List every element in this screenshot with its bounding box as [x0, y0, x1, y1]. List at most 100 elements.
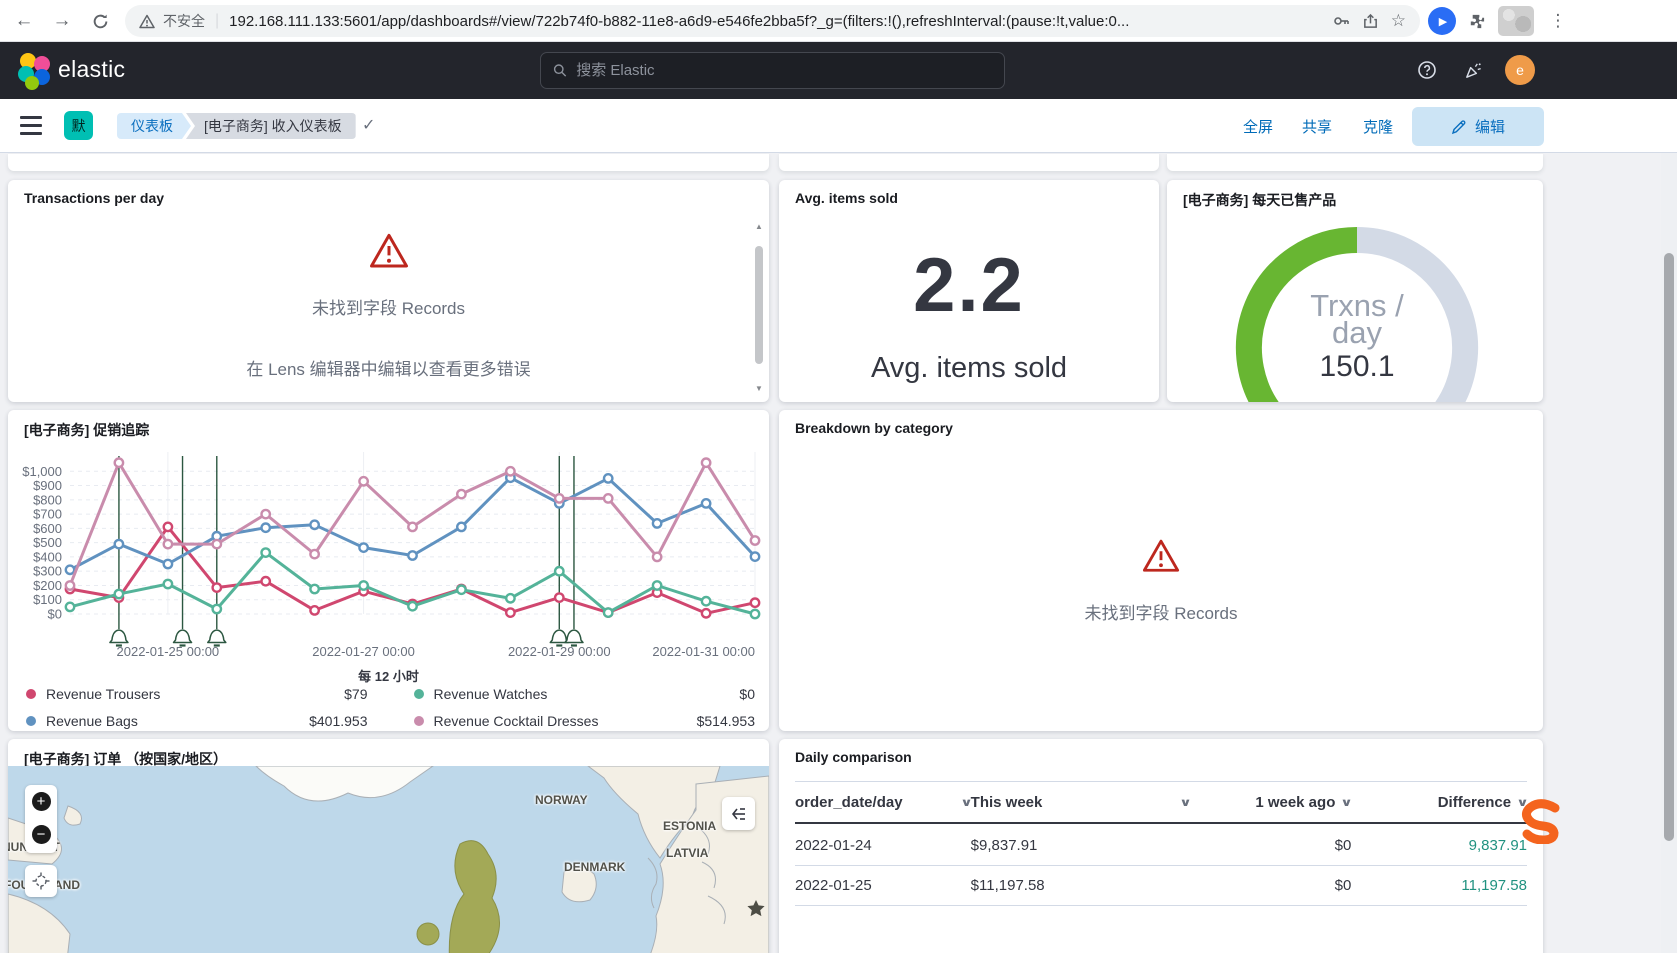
nav-menu-icon[interactable]	[20, 116, 42, 135]
sort-chevron-icon[interactable]: ∨	[960, 796, 973, 809]
user-avatar[interactable]: e	[1505, 55, 1535, 85]
space-switcher-badge[interactable]: 默	[64, 111, 93, 140]
legend-item[interactable]: Revenue Cocktail Dresses $514.953	[413, 713, 755, 729]
panel-scrollbar[interactable]: ▲ ▼	[753, 222, 765, 394]
gauge-chart: Trxns / day 150.1	[1235, 227, 1479, 402]
legend-series-name: Revenue Bags	[46, 713, 138, 729]
reload-icon[interactable]	[86, 7, 114, 35]
gauge-label-line2: day	[1332, 315, 1382, 350]
back-icon[interactable]: ←	[10, 7, 38, 35]
help-icon[interactable]	[1417, 60, 1437, 85]
svg-text:$300: $300	[33, 564, 62, 579]
panel-partial-left	[8, 154, 769, 171]
legend-item[interactable]: Revenue Bags $401.953	[26, 713, 368, 729]
panel-title[interactable]: [电子商务] 促销追踪	[24, 420, 149, 440]
extension-play-icon[interactable]: ▶	[1428, 7, 1456, 35]
legend-series-name: Revenue Watches	[433, 686, 548, 702]
collapse-left-icon	[731, 807, 745, 820]
svg-text:$900: $900	[33, 478, 62, 493]
header-divider	[795, 822, 1527, 824]
svg-text:$200: $200	[33, 578, 62, 593]
screen: ← → 不安全 | 192.168.111.133:5601/app/dashb…	[0, 0, 1677, 953]
legend-series-value: $0	[739, 686, 755, 702]
panel-breakdown-by-category: Breakdown by category 未找到字段 Records	[779, 410, 1543, 731]
reload-glyph	[93, 14, 107, 28]
clone-button[interactable]: 克隆	[1363, 116, 1393, 137]
global-search-bar[interactable]	[540, 52, 1005, 89]
not-secure-warning-icon	[139, 14, 155, 28]
scroll-down-icon[interactable]: ▼	[753, 384, 765, 394]
metric-label: Avg. items sold	[870, 352, 1068, 384]
screenshot-tool-watermark	[1521, 799, 1560, 844]
newsfeed-icon[interactable]	[1463, 60, 1484, 86]
column-header[interactable]: 1 week ago ∨	[1190, 794, 1354, 811]
map-locate-button[interactable]	[25, 865, 57, 897]
extensions-puzzle-icon[interactable]	[1462, 7, 1490, 35]
url-bar[interactable]: 不安全 | 192.168.111.133:5601/app/dashboard…	[125, 5, 1420, 37]
cell-week-ago: $0	[1334, 876, 1352, 894]
url-text[interactable]: 192.168.111.133:5601/app/dashboards#/vie…	[229, 13, 1320, 30]
cell-date: 2022-01-24	[795, 836, 872, 854]
map-zoom-in-button[interactable]: +	[25, 785, 57, 818]
sort-chevron-icon[interactable]: ∨	[1341, 796, 1354, 809]
legend-item[interactable]: Revenue Watches $0	[413, 686, 755, 702]
map-canvas[interactable]: NORWAY ESTONIA LATVIA DENMARK NUNAVUT NE…	[8, 765, 769, 953]
error-message: 未找到字段 Records	[311, 299, 466, 318]
svg-text:2022-01-25 00:00: 2022-01-25 00:00	[117, 644, 220, 659]
scroll-up-icon[interactable]: ▲	[753, 222, 765, 232]
map-label-estonia: ESTONIA	[663, 819, 717, 833]
panel-title[interactable]: Transactions per day	[24, 190, 164, 206]
column-header[interactable]: order_date/day ∨	[795, 794, 973, 811]
svg-text:$100: $100	[33, 592, 62, 607]
forward-icon[interactable]: →	[48, 7, 76, 35]
share-button[interactable]: 共享	[1302, 116, 1332, 137]
legend-series-name: Revenue Cocktail Dresses	[433, 713, 599, 729]
panel-orders-by-country-map: [电子商务] 订单 （按国家/地区） NORWAY ESTONIA LATVIA…	[8, 739, 769, 953]
share-page-icon[interactable]	[1362, 13, 1379, 30]
promotion-line-chart[interactable]: $0$100$200$300$400$500$600$700$800$900$1…	[12, 442, 765, 668]
panel-title[interactable]: Breakdown by category	[795, 420, 953, 436]
map-label-norway: NORWAY	[535, 793, 588, 807]
fullscreen-button[interactable]: 全屏	[1243, 116, 1273, 137]
elastic-header: elastic e	[0, 42, 1677, 99]
x-axis-title: 每 12 小时	[358, 669, 419, 684]
url-divider: |	[215, 12, 220, 29]
error-triangle-icon	[1142, 539, 1180, 572]
saved-check-icon[interactable]: ✓	[362, 115, 375, 135]
column-header-label: This week	[970, 793, 1043, 811]
svg-text:$1,000: $1,000	[22, 464, 62, 479]
panel-partial-middle	[779, 154, 1159, 171]
breadcrumb-current: [电子商务] 收入仪表板	[186, 113, 356, 139]
edit-button[interactable]: 编辑	[1412, 107, 1544, 146]
elastic-logo-icon[interactable]	[18, 53, 52, 90]
password-key-icon[interactable]	[1332, 12, 1350, 30]
elastic-brand-text[interactable]: elastic	[58, 56, 125, 83]
browser-profile-avatar[interactable]	[1498, 6, 1534, 36]
row-divider	[795, 905, 1527, 906]
panel-avg-items-sold: Avg. items sold 2.2 Avg. items sold	[779, 180, 1159, 402]
map-legend-toggle-button[interactable]	[722, 797, 755, 830]
column-header[interactable]: Difference ∨	[1351, 794, 1529, 811]
column-header[interactable]: This week ∨	[970, 793, 1193, 811]
panel-promotion-tracking: [电子商务] 促销追踪 $0 $100 $200 $300 $400 $500 $600 $7…	[8, 410, 769, 731]
browser-menu-kebab-icon[interactable]: ⋮	[1544, 7, 1572, 35]
bookmark-star-icon[interactable]: ☆	[1391, 11, 1406, 31]
sort-chevron-icon[interactable]: ∨	[1180, 796, 1193, 809]
page-scroll-thumb[interactable]	[1664, 253, 1674, 841]
table-row: 2022-01-24 $9,837.91 $0 9,837.91	[779, 825, 1543, 865]
security-label[interactable]: 不安全	[163, 11, 205, 31]
panel-title[interactable]: Daily comparison	[795, 749, 912, 765]
search-input[interactable]	[576, 62, 992, 79]
scroll-thumb[interactable]	[755, 246, 763, 364]
legend-item[interactable]: Revenue Trousers $79	[26, 686, 368, 702]
error-message: 未找到字段 Records	[1084, 604, 1238, 623]
page-scrollbar[interactable]	[1661, 153, 1677, 953]
legend-series-value: $514.953	[696, 713, 755, 729]
crosshair-icon	[32, 872, 50, 890]
map-zoom-out-button[interactable]: −	[25, 818, 57, 851]
panel-title[interactable]: Avg. items sold	[795, 190, 898, 206]
breadcrumb-dashboards[interactable]: 仪表板	[117, 113, 191, 139]
table-row: 2022-01-25 $11,197.58 $0 11,197.58	[779, 865, 1543, 905]
cell-date: 2022-01-25	[795, 876, 872, 894]
svg-text:2022-01-31 00:00: 2022-01-31 00:00	[652, 644, 755, 659]
